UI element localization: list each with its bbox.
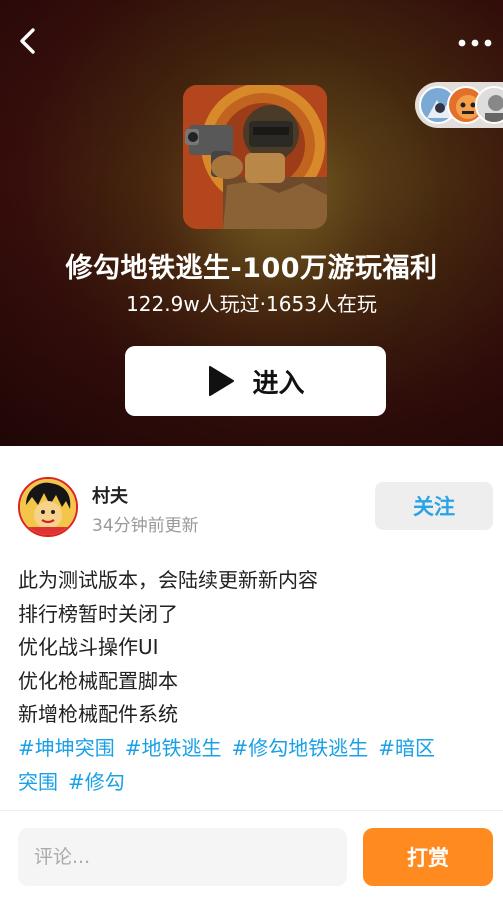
more-button[interactable] <box>455 26 495 60</box>
tag-link[interactable]: #坤坤突围 <box>18 736 115 760</box>
author-avatar[interactable] <box>18 477 78 537</box>
tag-link[interactable]: #暗区 <box>378 736 435 760</box>
follow-button[interactable]: 关注 <box>375 482 493 530</box>
tag-link[interactable]: #修勾 <box>68 770 125 794</box>
tag-link[interactable]: #地铁逃生 <box>125 736 222 760</box>
post-line: 新增枪械配件系统 <box>18 702 178 727</box>
bottom-divider <box>0 810 503 811</box>
enter-button-label: 进入 <box>252 368 305 399</box>
game-stats: 122.9w人玩过·1653人在玩 <box>126 292 377 316</box>
author-update-time: 34分钟前更新 <box>92 516 199 536</box>
author-name[interactable]: 村夫 <box>92 482 128 508</box>
chevron-left-icon <box>20 28 35 54</box>
game-title: 修勾地铁逃生-100万游玩福利 <box>65 253 438 284</box>
post-line: 优化战斗操作UI <box>18 635 159 660</box>
reward-button[interactable]: 打赏 <box>363 828 493 886</box>
recent-players[interactable] <box>415 82 503 128</box>
more-dots-icon <box>458 39 492 47</box>
play-icon <box>209 366 235 396</box>
tag-link[interactable]: 突围 <box>18 770 58 794</box>
game-icon <box>183 85 327 229</box>
post-tags: #坤坤突围 #地铁逃生 #修勾地铁逃生 #暗区突围 #修勾 <box>18 732 493 799</box>
post-line: 此为测试版本，会陆续更新新内容 <box>18 568 318 592</box>
comment-input[interactable] <box>18 828 347 886</box>
enter-button[interactable]: 进入 <box>125 346 386 416</box>
tag-link[interactable]: #修勾地铁逃生 <box>232 736 369 760</box>
post-content: 此为测试版本，会陆续更新新内容 排行榜暂时关闭了 优化战斗操作UI 优化枪械配置… <box>18 564 493 799</box>
back-button[interactable] <box>12 24 46 58</box>
post-line: 排行榜暂时关闭了 <box>18 601 178 626</box>
post-line: 优化枪械配置脚本 <box>18 668 178 693</box>
